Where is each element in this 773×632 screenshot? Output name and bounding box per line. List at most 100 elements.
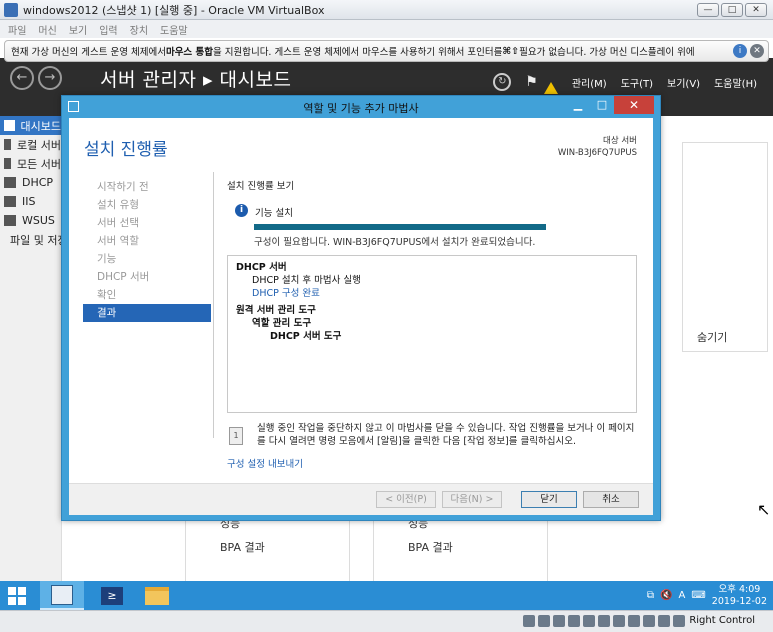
sidebar-item-icon xyxy=(4,196,16,207)
audio-icon[interactable] xyxy=(553,615,565,627)
sidebar-item[interactable]: WSUS xyxy=(0,211,61,230)
shared-folder-icon[interactable] xyxy=(598,615,610,627)
wizard-step[interactable]: 서버 선택 xyxy=(83,214,211,232)
tile-bpa-label[interactable]: BPA 결과 xyxy=(408,539,453,555)
menu-help[interactable]: 도움말(H) xyxy=(714,75,757,90)
export-settings-link[interactable]: 구성 설정 내보내기 xyxy=(227,456,303,470)
close-wizard-note: 실행 중인 작업을 중단하지 않고 이 마법사를 닫을 수 있습니다. 작업 진… xyxy=(257,423,635,447)
target-server-name: WIN-B3J6FQ7UPUS xyxy=(557,148,637,158)
wizard-maximize-button[interactable]: □ xyxy=(590,96,614,114)
notice-info-icon[interactable]: i xyxy=(733,44,747,58)
sidebar-item-icon xyxy=(4,158,12,169)
result-link[interactable]: DHCP 구성 완료 xyxy=(252,285,320,299)
install-complete-message: 구성이 필요합니다. WIN-B3J6FQ7UPUS에서 설치가 완료되었습니다… xyxy=(254,237,536,248)
hdd-icon[interactable] xyxy=(523,615,535,627)
notification-flag-icon[interactable]: ⚑ xyxy=(525,74,538,90)
vbox-menu-item[interactable]: 도움말 xyxy=(160,22,188,37)
sidebar-item-label: WSUS xyxy=(22,214,55,227)
taskbar-powershell[interactable]: ≥ xyxy=(90,581,134,610)
refresh-icon[interactable]: ↻ xyxy=(493,73,512,91)
vbox-title-bar: windows2012 (스냅샷 1) [실행 중] - Oracle VM V… xyxy=(0,0,773,20)
forward-icon[interactable]: → xyxy=(38,66,62,90)
cpu-icon[interactable] xyxy=(643,615,655,627)
start-button[interactable] xyxy=(8,587,26,605)
next-button[interactable]: 다음(N) > xyxy=(442,491,502,508)
content-divider xyxy=(213,172,214,438)
sidebar-item[interactable]: 대시보드 xyxy=(0,116,61,135)
add-roles-wizard-window: 역할 및 기능 추가 마법사 ▁ □ ✕ 설치 진행률 대상 서버 WIN-B3… xyxy=(61,95,661,521)
system-tray: ⧉ 🔇 A ⌨ 오후 4:09 2019-12-02 xyxy=(647,581,767,610)
network-icon[interactable]: ⧉ xyxy=(647,590,654,601)
clock-date: 2019-12-02 xyxy=(711,595,767,607)
virtualbox-icon xyxy=(4,2,18,17)
wizard-step[interactable]: DHCP 서버 xyxy=(83,268,211,286)
pointer-capture-icon: ⌘⇧ xyxy=(502,45,520,57)
usb-icon[interactable] xyxy=(583,615,595,627)
optical-drive-icon[interactable] xyxy=(538,615,550,627)
host-key-label: Right Control xyxy=(689,615,755,626)
notice-actions: i ✕ xyxy=(733,44,764,58)
install-results-list: DHCP 서버 DHCP 설치 후 마법사 실행 DHCP 구성 완료 원격 서버 관… xyxy=(227,255,637,413)
notice-text-3: 필요가 없습니다. 가상 머신 디스플레이 위에 xyxy=(519,47,695,58)
back-icon[interactable]: ← xyxy=(10,66,34,90)
sidebar-item[interactable]: 모든 서버 xyxy=(0,154,61,173)
notification-icon: 1 xyxy=(229,427,243,445)
wizard-close-button[interactable]: ✕ xyxy=(614,96,654,114)
vbox-menu-item[interactable]: 장치 xyxy=(130,22,148,37)
section-title: 설치 진행률 보기 xyxy=(227,181,295,192)
clock[interactable]: 오후 4:09 2019-12-02 xyxy=(712,584,767,608)
wizard-step[interactable]: 시작하기 전 xyxy=(83,178,211,196)
menu-tools[interactable]: 도구(T) xyxy=(621,75,653,90)
vbox-menu-item[interactable]: 입력 xyxy=(99,22,117,37)
volume-icon[interactable]: 🔇 xyxy=(660,590,672,601)
cancel-button[interactable]: 취소 xyxy=(583,491,639,508)
vbox-close-button[interactable]: ✕ xyxy=(745,3,767,17)
sidebar-item[interactable]: 파일 및 저장소 서비스 xyxy=(0,230,112,249)
vbox-status-icons xyxy=(523,615,685,627)
menu-manage[interactable]: 관리(M) xyxy=(572,75,607,90)
wizard-minimize-button[interactable]: ▁ xyxy=(566,96,590,114)
vbox-menu-item[interactable]: 파일 xyxy=(8,22,26,37)
mouse-integration-icon[interactable] xyxy=(658,615,670,627)
sidebar-item[interactable]: DHCP xyxy=(0,173,61,192)
menu-view[interactable]: 보기(V) xyxy=(667,75,700,90)
taskbar-file-explorer[interactable] xyxy=(135,581,179,610)
wizard-step[interactable]: 결과 xyxy=(83,304,211,322)
server-manager-toolbar: ↻ ⚑ 관리(M) 도구(T) 보기(V) 도움말(H) xyxy=(493,70,757,94)
vbox-window-title: windows2012 (스냅샷 1) [실행 중] - Oracle VM V… xyxy=(23,3,325,17)
wizard-step[interactable]: 설치 유형 xyxy=(83,196,211,214)
vbox-maximize-button[interactable]: □ xyxy=(721,3,743,17)
result-item: 원격 서버 관리 도구 xyxy=(236,305,316,316)
page-title: 설치 진행률 xyxy=(84,140,168,160)
close-button[interactable]: 닫기 xyxy=(521,491,577,508)
notice-bold-text: 마우스 통합 xyxy=(165,47,213,58)
result-item: DHCP 서버 도구 xyxy=(270,331,342,342)
vbox-menu-item[interactable]: 보기 xyxy=(69,22,87,37)
install-progress-bar xyxy=(254,224,546,230)
dashboard-tile: 숨기기 xyxy=(682,142,768,352)
server-manager-sidebar: 대시보드로컬 서버모든 서버 DHCP IIS WSUS 파일 및 저장소 서비스 xyxy=(0,116,112,610)
sidebar-item[interactable]: 로컬 서버 xyxy=(0,135,61,154)
previous-button[interactable]: < 이전(P) xyxy=(376,491,436,508)
network-adapter-icon[interactable] xyxy=(568,615,580,627)
tile-bpa-label[interactable]: BPA 결과 xyxy=(220,539,265,555)
sidebar-item[interactable]: IIS xyxy=(0,192,61,211)
notice-close-icon[interactable]: ✕ xyxy=(750,44,764,58)
taskbar: ≥ ⧉ 🔇 A ⌨ 오후 4:09 2019-12-02 xyxy=(0,581,773,610)
display-icon[interactable] xyxy=(613,615,625,627)
vbox-minimize-button[interactable]: — xyxy=(697,3,719,17)
recording-icon[interactable] xyxy=(628,615,640,627)
vbox-status-bar: Right Control xyxy=(0,610,773,632)
wizard-step[interactable]: 서버 역할 xyxy=(83,232,211,250)
wizard-step[interactable]: 확인 xyxy=(83,286,211,304)
clock-time: 오후 4:09 xyxy=(718,583,761,595)
keyboard-icon[interactable]: ⌨ xyxy=(691,590,705,601)
ime-indicator[interactable]: A xyxy=(679,590,686,601)
vbox-menu-item[interactable]: 머신 xyxy=(38,22,56,37)
taskbar-server-manager[interactable] xyxy=(40,581,84,610)
wizard-step[interactable]: 기능 xyxy=(83,250,211,268)
progress-fill xyxy=(254,224,546,230)
mouse-integration-notice: 현재 가상 머신의 게스트 운영 체제에서 마우스 통합 을 지원합니다. 게스트… xyxy=(4,40,769,62)
hide-link[interactable]: 숨기기 xyxy=(697,329,727,345)
sidebar-item-label: 대시보드 xyxy=(20,119,61,133)
